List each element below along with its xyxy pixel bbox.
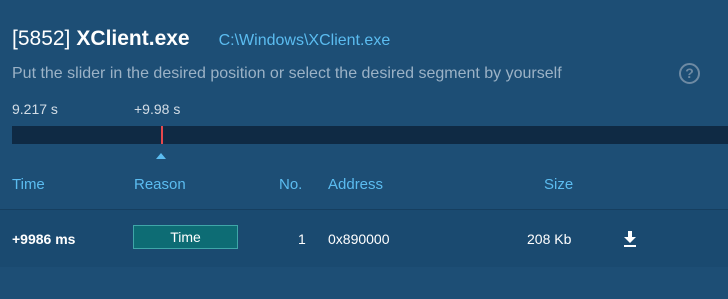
row-size: 208 Kb xyxy=(527,231,572,247)
column-header-address[interactable]: Address xyxy=(328,176,383,193)
slider-offset-time: +9.98 s xyxy=(134,101,181,117)
instruction-text: Put the slider in the desired position o… xyxy=(12,65,562,82)
slider-pointer-icon[interactable] xyxy=(156,153,166,159)
row-address: 0x890000 xyxy=(328,231,390,247)
timeline-marker[interactable] xyxy=(161,126,163,144)
row-number: 1 xyxy=(298,231,306,247)
footer-area xyxy=(0,267,728,299)
reason-badge: Time xyxy=(133,225,238,249)
table-header: Time Reason No. Address Size xyxy=(0,166,728,206)
column-header-reason[interactable]: Reason xyxy=(134,176,186,193)
process-path-link[interactable]: C:\Windows\XClient.exe xyxy=(219,32,391,50)
process-name: XClient.exe xyxy=(76,27,190,50)
column-header-no[interactable]: No. xyxy=(279,176,302,193)
process-id: [5852] xyxy=(12,27,71,50)
help-icon[interactable]: ? xyxy=(679,63,700,84)
column-header-time[interactable]: Time xyxy=(12,176,45,193)
row-time: +9986 ms xyxy=(12,231,76,247)
window-header: [5852] XClient.exe C:\Windows\XClient.ex… xyxy=(12,27,390,51)
download-icon[interactable] xyxy=(623,231,637,247)
timeline-track[interactable] xyxy=(12,126,728,144)
slider-start-time: 9.217 s xyxy=(12,101,58,117)
table-row[interactable]: +9986 ms Time 1 0x890000 208 Kb xyxy=(0,210,728,267)
column-header-size[interactable]: Size xyxy=(544,176,573,193)
